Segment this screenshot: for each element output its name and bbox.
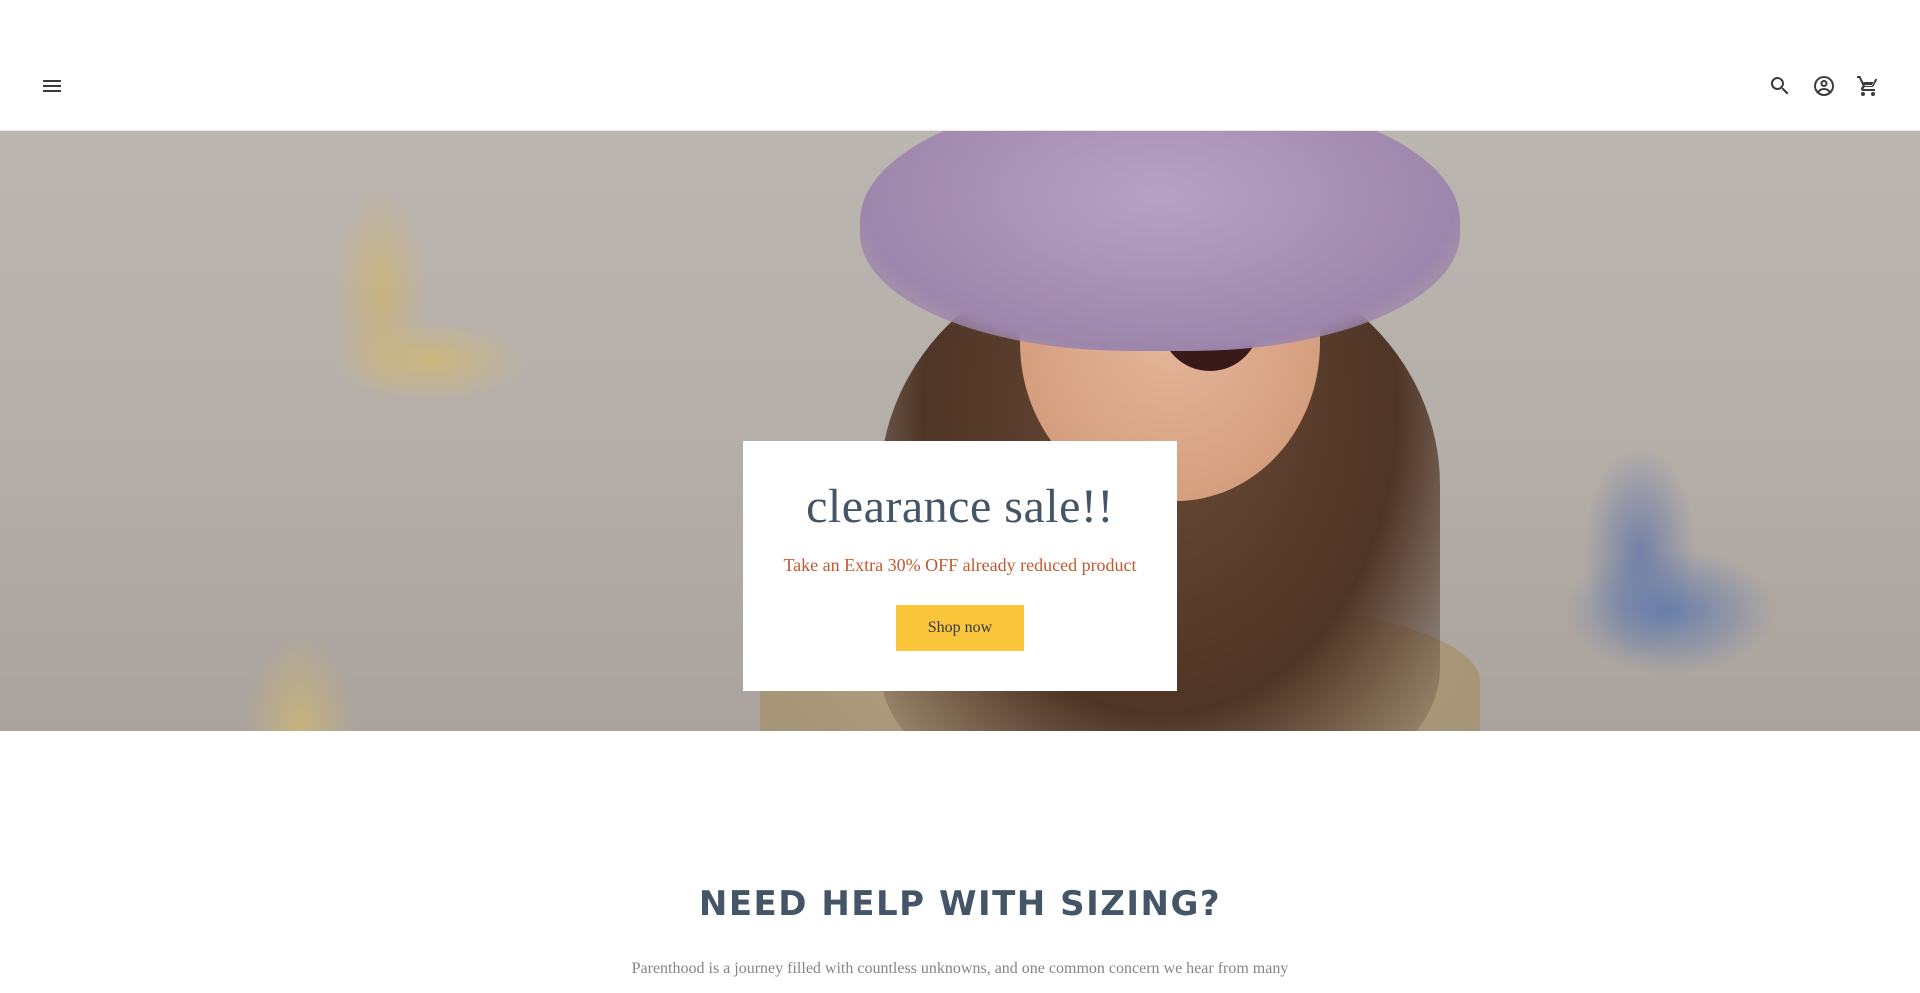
search-icon xyxy=(1770,77,1789,95)
cart-button[interactable] xyxy=(1852,70,1884,102)
search-button[interactable] xyxy=(1764,70,1796,102)
menu-icon xyxy=(43,80,61,92)
shop-now-button[interactable]: Shop now xyxy=(896,605,1024,651)
promo-title: clearance sale!! xyxy=(806,480,1114,533)
hero-image-hat xyxy=(860,131,1460,351)
account-button[interactable] xyxy=(1808,70,1840,102)
cart-icon xyxy=(1857,76,1878,96)
account-icon xyxy=(1814,76,1834,96)
promo-subtitle: Take an Extra 30% OFF already reduced pr… xyxy=(783,555,1137,575)
menu-button[interactable] xyxy=(36,70,68,102)
site-header xyxy=(0,0,1920,131)
sizing-heading: NEED HELP WITH SIZING? xyxy=(698,884,1222,924)
sizing-paragraph: Parenthood is a journey filled with coun… xyxy=(631,960,1289,977)
promo-card: clearance sale!! Take an Extra 30% OFF a… xyxy=(743,441,1177,691)
